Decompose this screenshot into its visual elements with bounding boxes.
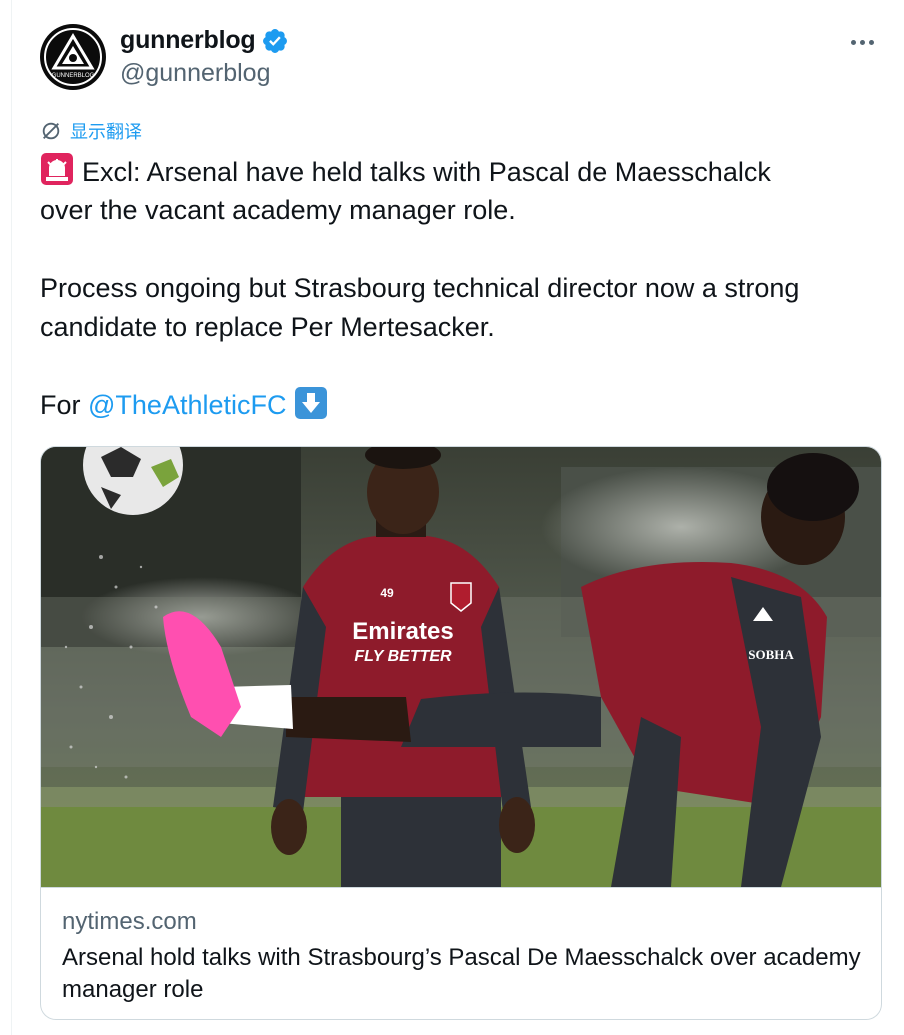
author-names: gunnerblog @gunnerblog — [120, 26, 289, 88]
mention-link[interactable]: @TheAthleticFC — [88, 390, 286, 420]
shirt-sponsor-text: Emirates — [352, 618, 453, 645]
shirt-sponsor-tagline: FLY BETTER — [354, 648, 452, 665]
tweet-line-3: Process ongoing but Strasbourg technical… — [40, 273, 800, 303]
tweet-line-2: over the vacant academy manager role. — [40, 195, 516, 225]
police-light-emoji — [41, 153, 73, 185]
avatar[interactable]: GUNNERBLOG — [40, 24, 106, 90]
tweet-line-4: candidate to replace Per Mertesacker. — [40, 312, 495, 342]
shirt-number: 49 — [380, 586, 394, 600]
avatar-logo-text: GUNNERBLOG — [52, 73, 95, 79]
down-arrow-emoji — [295, 387, 328, 419]
sleeve-sponsor-text: SOBHA — [748, 647, 794, 662]
handle[interactable]: @gunnerblog — [120, 59, 289, 88]
timeline-left-border — [11, 0, 12, 1035]
tweet-line-for: For @TheAthleticFC — [40, 386, 880, 425]
tweet-header: GUNNERBLOG gunnerblog @gunnerblog — [40, 24, 884, 92]
card-footer[interactable]: nytimes.com Arsenal hold talks with Stra… — [41, 887, 881, 1019]
translate-link[interactable]: 显示翻译 — [40, 118, 142, 144]
card-title: Arsenal hold talks with Strasbourg’s Pas… — [62, 944, 861, 1003]
more-options-button[interactable] — [844, 30, 880, 54]
card-domain: nytimes.com — [62, 908, 197, 935]
tweet-text: Excl: Arsenal have held talks with Pasca… — [40, 152, 880, 425]
translate-label: 显示翻译 — [70, 122, 142, 142]
more-dots-icon — [850, 39, 856, 45]
gunnerblog-logo-icon: GUNNERBLOG — [41, 25, 105, 89]
article-image[interactable]: Emirates FLY BETTER 49 SOBHA — [41, 447, 882, 887]
translate-globe-icon — [42, 122, 60, 140]
link-preview-card[interactable]: Emirates FLY BETTER 49 SOBHA nytimes.com… — [40, 446, 882, 1020]
display-name[interactable]: gunnerblog — [120, 26, 256, 55]
tweet-line-1: Excl: Arsenal have held talks with Pasca… — [40, 152, 880, 191]
verified-badge-icon[interactable] — [261, 27, 289, 55]
